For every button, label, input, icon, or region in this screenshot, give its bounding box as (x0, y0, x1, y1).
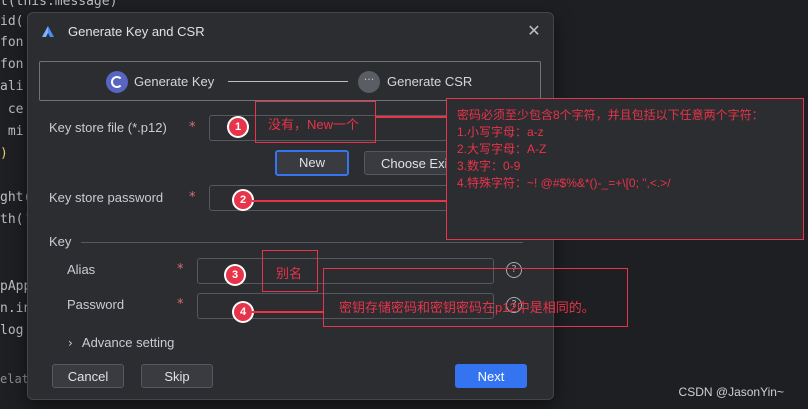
chevron-right-icon: › (68, 336, 73, 350)
annotation-number-3: 3 (226, 266, 244, 284)
advance-setting-toggle[interactable]: › Advance setting (68, 332, 174, 351)
required-marker: * (189, 120, 196, 135)
annotation-text-4: 密钥存储密码和密钥密码在p12中是相同的。 (339, 300, 595, 315)
close-icon[interactable]: ✕ (525, 22, 543, 40)
code-line: id( (0, 14, 24, 29)
code-line: ce (0, 102, 24, 117)
skip-button[interactable]: Skip (141, 364, 213, 388)
alias-label: Alias (67, 262, 96, 277)
step-pending-icon: ··· (358, 71, 380, 93)
required-marker: * (177, 262, 184, 277)
password-rules-box: 密码必须至少包含8个字符，并且包括以下任意两个字符： 1.小写字母：a-z 2.… (446, 98, 804, 240)
code-line: ) (0, 146, 8, 161)
required-marker: * (189, 190, 196, 205)
annotation-text-3: 别名 (276, 266, 303, 281)
watermark: CSDN @JasonYin~ (678, 385, 784, 399)
annotation-connector (252, 200, 446, 202)
rules-line: 密码必须至少包含8个字符，并且包括以下任意两个字符： (457, 108, 764, 122)
app-logo-icon (42, 26, 54, 37)
annotation-number-2: 2 (234, 191, 252, 209)
next-button[interactable]: Next (455, 364, 527, 388)
step2-label: Generate CSR (387, 74, 473, 89)
step1-label: Generate Key (134, 74, 215, 89)
code-line: mi (0, 124, 24, 139)
section-divider (81, 242, 523, 243)
required-marker: * (177, 297, 184, 312)
step-active-icon (106, 71, 128, 93)
rules-line: 3.数字：0-9 (457, 159, 521, 173)
wizard-steps: Generate Key ··· Generate CSR (39, 61, 541, 101)
code-line: log (0, 323, 24, 338)
annotation-connector (376, 116, 446, 118)
annotation-number-4: 4 (234, 303, 252, 321)
cancel-button[interactable]: Cancel (52, 364, 124, 388)
rules-line: 4.特殊字符：~! @#$%&*()-_=+\[0; ",<.>/ (457, 176, 671, 190)
annotation-connector (252, 311, 323, 313)
dialog-titlebar: Generate Key and CSR ✕ (28, 13, 553, 51)
code-line: fon (0, 57, 24, 72)
code-line: t(this.message) (0, 0, 118, 9)
key-store-file-label: Key store file (*.p12) (49, 120, 167, 135)
step-connector (228, 81, 348, 82)
rules-line: 1.小写字母：a-z (457, 125, 544, 139)
annotation-text-1: 没有，New一个 (268, 117, 360, 132)
key-section-title: Key (49, 234, 72, 249)
rules-line: 2.大写字母：A-Z (457, 142, 547, 156)
dialog-title: Generate Key and CSR (68, 24, 205, 39)
password-label: Password (67, 297, 125, 312)
new-button[interactable]: New (275, 150, 349, 176)
annotation-number-1: 1 (229, 118, 247, 136)
key-store-password-label: Key store password (49, 190, 164, 205)
code-line: fon (0, 35, 24, 50)
advance-setting-label: Advance setting (81, 335, 175, 350)
code-line: ali (0, 79, 24, 94)
